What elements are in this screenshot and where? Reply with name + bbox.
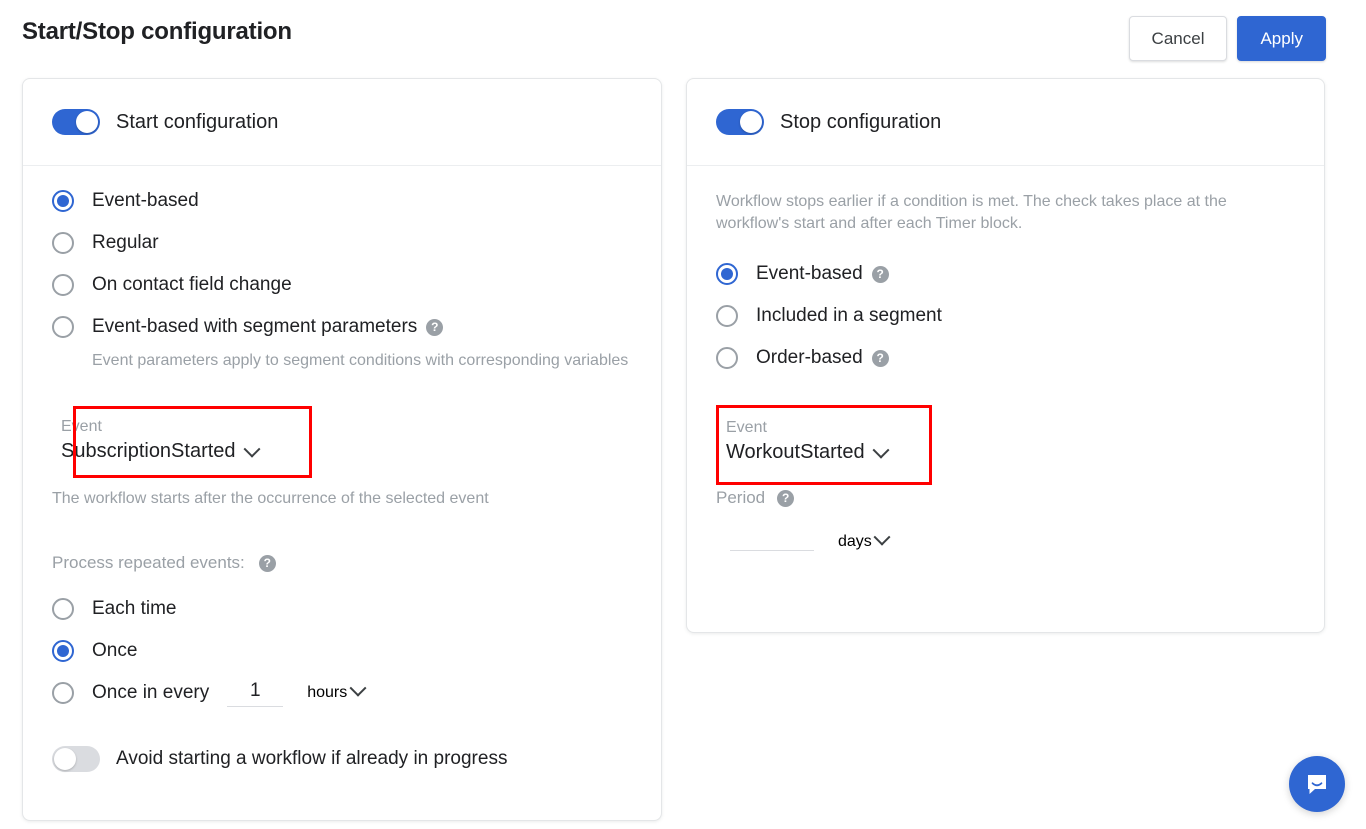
intercom-chat-launcher-button[interactable] bbox=[1289, 756, 1345, 812]
radio-event-based[interactable] bbox=[52, 190, 74, 212]
radio-label-once: Once bbox=[92, 640, 138, 661]
start-configuration-toggle[interactable] bbox=[52, 109, 100, 135]
interval-unit-value: hours bbox=[307, 684, 348, 701]
radio-row-order-based[interactable]: Order-based ? bbox=[716, 337, 1295, 379]
period-inputs-row: days bbox=[716, 523, 1295, 551]
radio-row-event-based[interactable]: Event-based bbox=[52, 180, 632, 222]
period-unit-value: days bbox=[838, 533, 872, 550]
stop-description: Workflow stops earlier if a condition is… bbox=[716, 193, 1227, 232]
chevron-down-icon[interactable] bbox=[349, 679, 367, 697]
stop-configuration-toggle[interactable] bbox=[716, 109, 764, 135]
start-configuration-card: Start configuration Event-based Regular … bbox=[22, 78, 662, 821]
help-icon-order-based[interactable]: ? bbox=[871, 349, 889, 367]
start-stop-configuration-page: Start/Stop configuration Cancel Apply St… bbox=[0, 0, 1366, 829]
avoid-starting-row: Avoid starting a workflow if already in … bbox=[52, 746, 632, 772]
interval-value-input[interactable]: 1 bbox=[227, 680, 284, 707]
help-icon-stop-event-based[interactable]: ? bbox=[871, 265, 889, 283]
help-icon-segment-params[interactable]: ? bbox=[426, 318, 444, 336]
radio-label-text: Order-based bbox=[756, 347, 863, 368]
process-repeated-events-section-label: Process repeated events: ? bbox=[52, 552, 632, 574]
start-event-value: SubscriptionStarted bbox=[61, 440, 236, 462]
stop-event-value: WorkoutStarted bbox=[726, 441, 865, 463]
apply-button[interactable]: Apply bbox=[1237, 16, 1326, 61]
help-icon-process-repeated-events[interactable]: ? bbox=[258, 554, 276, 572]
avoid-starting-label: Avoid starting a workflow if already in … bbox=[116, 748, 508, 769]
radio-row-stop-event-based[interactable]: Event-based ? bbox=[716, 253, 1295, 295]
stop-event-value-row[interactable]: WorkoutStarted bbox=[726, 441, 916, 464]
header-actions: Cancel Apply bbox=[1128, 16, 1326, 61]
radio-order-based[interactable] bbox=[716, 347, 738, 369]
radio-once-in-every[interactable] bbox=[52, 682, 74, 704]
toggle-knob bbox=[740, 111, 762, 133]
start-card-header: Start configuration bbox=[23, 79, 661, 166]
radio-row-once[interactable]: Once bbox=[52, 630, 632, 672]
repeat-radio-group: Each time Once Once in every 1 hours bbox=[52, 588, 632, 714]
start-event-value-row[interactable]: SubscriptionStarted bbox=[61, 440, 271, 463]
period-unit-select[interactable]: days bbox=[838, 528, 891, 551]
chevron-down-icon[interactable] bbox=[873, 528, 891, 546]
start-configuration-label: Start configuration bbox=[116, 110, 279, 133]
radio-stop-event-based[interactable] bbox=[716, 263, 738, 285]
toggle-knob bbox=[76, 111, 98, 133]
radio-regular[interactable] bbox=[52, 232, 74, 254]
start-event-label: Event bbox=[61, 418, 102, 435]
radio-included-in-segment[interactable] bbox=[716, 305, 738, 327]
radio-label-regular: Regular bbox=[92, 232, 159, 253]
stop-event-select[interactable]: Event WorkoutStarted bbox=[726, 419, 916, 464]
radio-label-stop-event-based: Event-based ? bbox=[756, 263, 889, 285]
stop-condition-radio-group: Event-based ? Included in a segment Orde… bbox=[716, 253, 1295, 379]
interval-unit-select[interactable]: hours bbox=[307, 679, 367, 702]
stop-configuration-label: Stop configuration bbox=[780, 110, 942, 133]
chevron-down-icon[interactable] bbox=[872, 441, 890, 459]
radio-row-each-time[interactable]: Each time bbox=[52, 588, 632, 630]
radio-row-once-in-every[interactable]: Once in every 1 hours bbox=[52, 672, 632, 714]
radio-once[interactable] bbox=[52, 640, 74, 662]
radio-label-each-time: Each time bbox=[92, 598, 177, 619]
stop-card-header: Stop configuration bbox=[687, 79, 1324, 166]
radio-label-event-based: Event-based bbox=[92, 190, 199, 211]
trigger-type-radio-group: Event-based Regular On contact field cha… bbox=[52, 166, 632, 372]
start-card-body: Event-based Regular On contact field cha… bbox=[23, 166, 661, 772]
stop-event-field-wrapper: Event WorkoutStarted bbox=[716, 403, 1295, 485]
radio-row-event-based-segment-params[interactable]: Event-based with segment parameters ? bbox=[52, 306, 632, 348]
stop-card-body: Workflow stops earlier if a condition is… bbox=[687, 166, 1324, 551]
period-value-input[interactable] bbox=[730, 523, 814, 551]
period-label: Period bbox=[716, 488, 766, 507]
avoid-starting-toggle[interactable] bbox=[52, 746, 100, 772]
process-repeated-events-label: Process repeated events: bbox=[52, 553, 245, 572]
radio-event-based-segment-params[interactable] bbox=[52, 316, 74, 338]
radio-row-regular[interactable]: Regular bbox=[52, 222, 632, 264]
segment-params-hint: Event parameters apply to segment condit… bbox=[92, 352, 629, 369]
stop-event-label: Event bbox=[726, 419, 767, 436]
radio-label-included-in-segment: Included in a segment bbox=[756, 305, 942, 326]
cancel-button[interactable]: Cancel bbox=[1128, 16, 1228, 61]
radio-each-time[interactable] bbox=[52, 598, 74, 620]
radio-row-on-contact-field-change[interactable]: On contact field change bbox=[52, 264, 632, 306]
radio-label-event-based-segment-params: Event-based with segment parameters ? bbox=[92, 316, 444, 338]
start-event-field-wrapper: Event SubscriptionStarted bbox=[52, 406, 632, 478]
radio-label-on-contact-field-change: On contact field change bbox=[92, 274, 292, 295]
page-title: Start/Stop configuration bbox=[22, 18, 292, 45]
start-event-select[interactable]: Event SubscriptionStarted bbox=[61, 418, 271, 463]
stop-configuration-card: Stop configuration Workflow stops earlie… bbox=[686, 78, 1325, 633]
help-icon-period[interactable]: ? bbox=[777, 489, 795, 507]
radio-label-once-in-every: Once in every bbox=[92, 682, 210, 703]
start-event-hint: The workflow starts after the occurrence… bbox=[52, 490, 489, 507]
chevron-down-icon[interactable] bbox=[243, 440, 261, 458]
radio-label-text: Event-based bbox=[756, 263, 863, 284]
period-section-label: Period ? bbox=[716, 487, 1295, 509]
radio-row-included-in-segment[interactable]: Included in a segment bbox=[716, 295, 1295, 337]
radio-on-contact-field-change[interactable] bbox=[52, 274, 74, 296]
radio-label-text: Event-based with segment parameters bbox=[92, 316, 418, 337]
radio-label-order-based: Order-based ? bbox=[756, 347, 889, 369]
chat-bubble-icon bbox=[1308, 775, 1326, 794]
toggle-knob bbox=[54, 748, 76, 770]
